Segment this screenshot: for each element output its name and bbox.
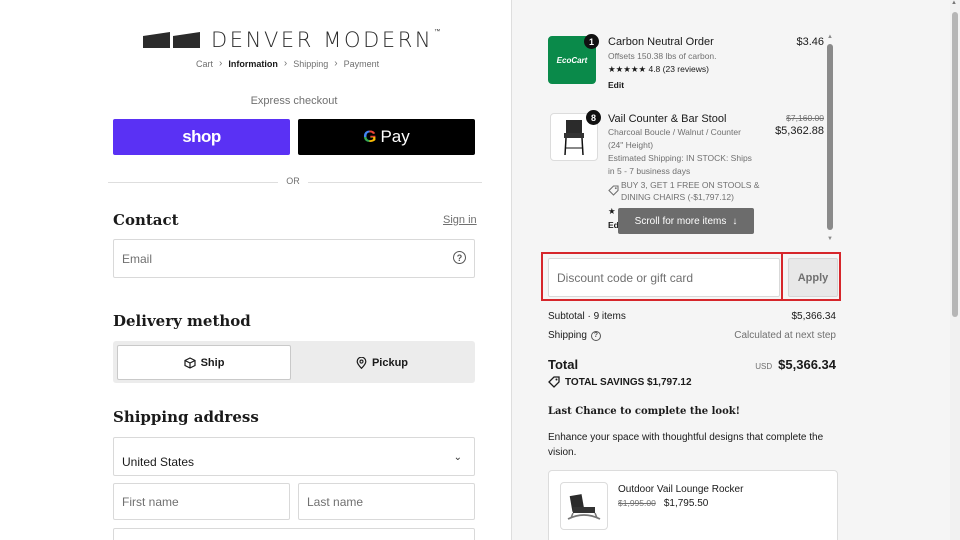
delivery-method-heading: Delivery method	[113, 312, 251, 330]
item-rating: ★	[608, 206, 616, 216]
location-pin-icon	[356, 356, 367, 369]
upsell-heading: Last Chance to complete the look!	[548, 406, 741, 417]
apply-button[interactable]: Apply	[788, 258, 838, 297]
shipping-value: Calculated at next step	[734, 330, 836, 341]
quantity-badge: 1	[584, 34, 599, 49]
contact-heading: Contact	[113, 211, 179, 229]
currency-code: USD	[755, 362, 773, 371]
brand-logo[interactable]: DENVER MODERN™	[143, 28, 443, 52]
quantity-badge: 8	[586, 110, 601, 125]
first-name-placeholder: First name	[122, 494, 179, 509]
chevron-down-icon: ⌄	[453, 452, 462, 463]
items-scrollbar[interactable]: ▲ ▼	[826, 34, 834, 244]
breadcrumb-payment: Payment	[343, 58, 380, 69]
recommended-product-name: Outdoor Vail Lounge Rocker	[618, 484, 744, 495]
pickup-option[interactable]: Pickup	[293, 345, 471, 380]
item-name: Vail Counter & Bar Stool	[608, 113, 727, 125]
page-scrollbar[interactable]: ▲	[950, 0, 960, 540]
scroll-for-more-button[interactable]: Scroll for more items ↓	[618, 208, 754, 234]
chevron-right-icon: ›	[283, 58, 288, 69]
shop-pay-button[interactable]: shop	[113, 119, 290, 155]
scroll-down-icon: ▼	[827, 236, 833, 242]
email-field[interactable]: Email ?	[113, 239, 475, 278]
help-icon[interactable]: ?	[453, 251, 466, 264]
shipping-estimate-days: in 5 - 7 business days	[608, 166, 691, 176]
item-price: $3.46	[796, 36, 824, 48]
total-row: Total USD $5,366.34	[548, 357, 836, 372]
recommended-compare-price: $1,995.00	[618, 498, 656, 508]
scrollbar-thumb[interactable]	[827, 44, 833, 230]
logo-mark-icon	[143, 32, 200, 48]
lounge-rocker-image	[567, 494, 601, 520]
country-value: United States	[122, 454, 195, 469]
discount-code-input[interactable]: Discount code or gift card	[548, 258, 780, 297]
chevron-right-icon: ›	[334, 58, 338, 69]
last-name-field[interactable]: Last name	[298, 483, 475, 520]
subtotal-label: Subtotal · 9 items	[548, 311, 626, 322]
item-variant-height: (24" Height)	[608, 140, 654, 150]
or-divider-label: OR	[278, 176, 308, 186]
address-field[interactable]	[113, 528, 475, 540]
subtotal-row: Subtotal · 9 items $5,366.34	[548, 311, 836, 322]
item-variant: Charcoal Boucle / Walnut / Counter	[608, 127, 741, 137]
total-value: $5,366.34	[778, 357, 836, 372]
shipping-estimate: Estimated Shipping: IN STOCK: Ships	[608, 153, 752, 163]
country-select[interactable]: United States ⌄	[113, 437, 475, 476]
sign-in-link[interactable]: Sign in	[443, 214, 477, 226]
item-name: Carbon Neutral Order	[608, 36, 714, 48]
shipping-address-heading: Shipping address	[113, 408, 259, 426]
item-description: Offsets 150.38 lbs of carbon.	[608, 51, 717, 61]
brand-name: DENVER MODERN™	[211, 28, 443, 52]
apply-highlight-divider	[781, 252, 785, 301]
upsell-description: Enhance your space with thoughtful desig…	[548, 432, 824, 458]
last-name-placeholder: Last name	[307, 494, 364, 509]
breadcrumb-cart[interactable]: Cart	[196, 59, 213, 69]
google-g-icon: G	[363, 127, 377, 146]
chevron-right-icon: ›	[219, 58, 223, 69]
checkout-form-panel: DENVER MODERN™ Cart › Information › Ship…	[0, 0, 512, 540]
total-label: Total	[548, 357, 579, 372]
tag-icon	[548, 376, 560, 388]
ship-option[interactable]: Ship	[117, 345, 291, 380]
shipping-row: Shipping ? Calculated at next step	[548, 330, 836, 341]
tag-icon	[608, 185, 619, 196]
rocker-thumbnail	[560, 482, 608, 530]
recommended-product-card[interactable]: Outdoor Vail Lounge Rocker $1,995.00 $1,…	[548, 470, 838, 540]
google-pay-button[interactable]: G Pay	[298, 119, 475, 155]
arrow-down-icon: ↓	[732, 215, 738, 227]
subtotal-value: $5,366.34	[791, 311, 837, 322]
promo-line-2: DINING CHAIRS (-$1,797.12)	[621, 192, 734, 202]
help-icon[interactable]: ?	[590, 330, 601, 341]
bar-stool-image	[564, 120, 584, 156]
shipping-label: Shipping	[548, 330, 587, 341]
package-icon	[183, 356, 196, 369]
breadcrumb-shipping: Shipping	[293, 58, 329, 69]
item-rating: ★★★★★ 4.8 (23 reviews)	[608, 64, 709, 74]
recommended-price: $1,795.50	[663, 498, 709, 509]
scroll-up-icon: ▲	[827, 34, 833, 40]
compare-at-price: $7,160.00	[786, 113, 824, 123]
delivery-method-toggle: Ship Pickup	[113, 341, 475, 383]
page-scrollbar-thumb[interactable]	[952, 12, 958, 317]
scroll-up-icon: ▲	[951, 0, 957, 6]
ecocart-logo-text: EcoCart	[556, 55, 588, 65]
express-checkout-label: Express checkout	[250, 95, 338, 107]
first-name-field[interactable]: First name	[113, 483, 290, 520]
discount-placeholder: Discount code or gift card	[557, 270, 694, 285]
email-placeholder: Email	[122, 251, 153, 266]
item-price: $5,362.88	[775, 125, 824, 137]
breadcrumb-information: Information	[228, 58, 278, 69]
total-savings: TOTAL SAVINGS $1,797.12	[548, 376, 692, 388]
edit-link[interactable]: Edit	[608, 80, 624, 90]
breadcrumb: Cart › Information › Shipping › Payment	[196, 58, 379, 69]
